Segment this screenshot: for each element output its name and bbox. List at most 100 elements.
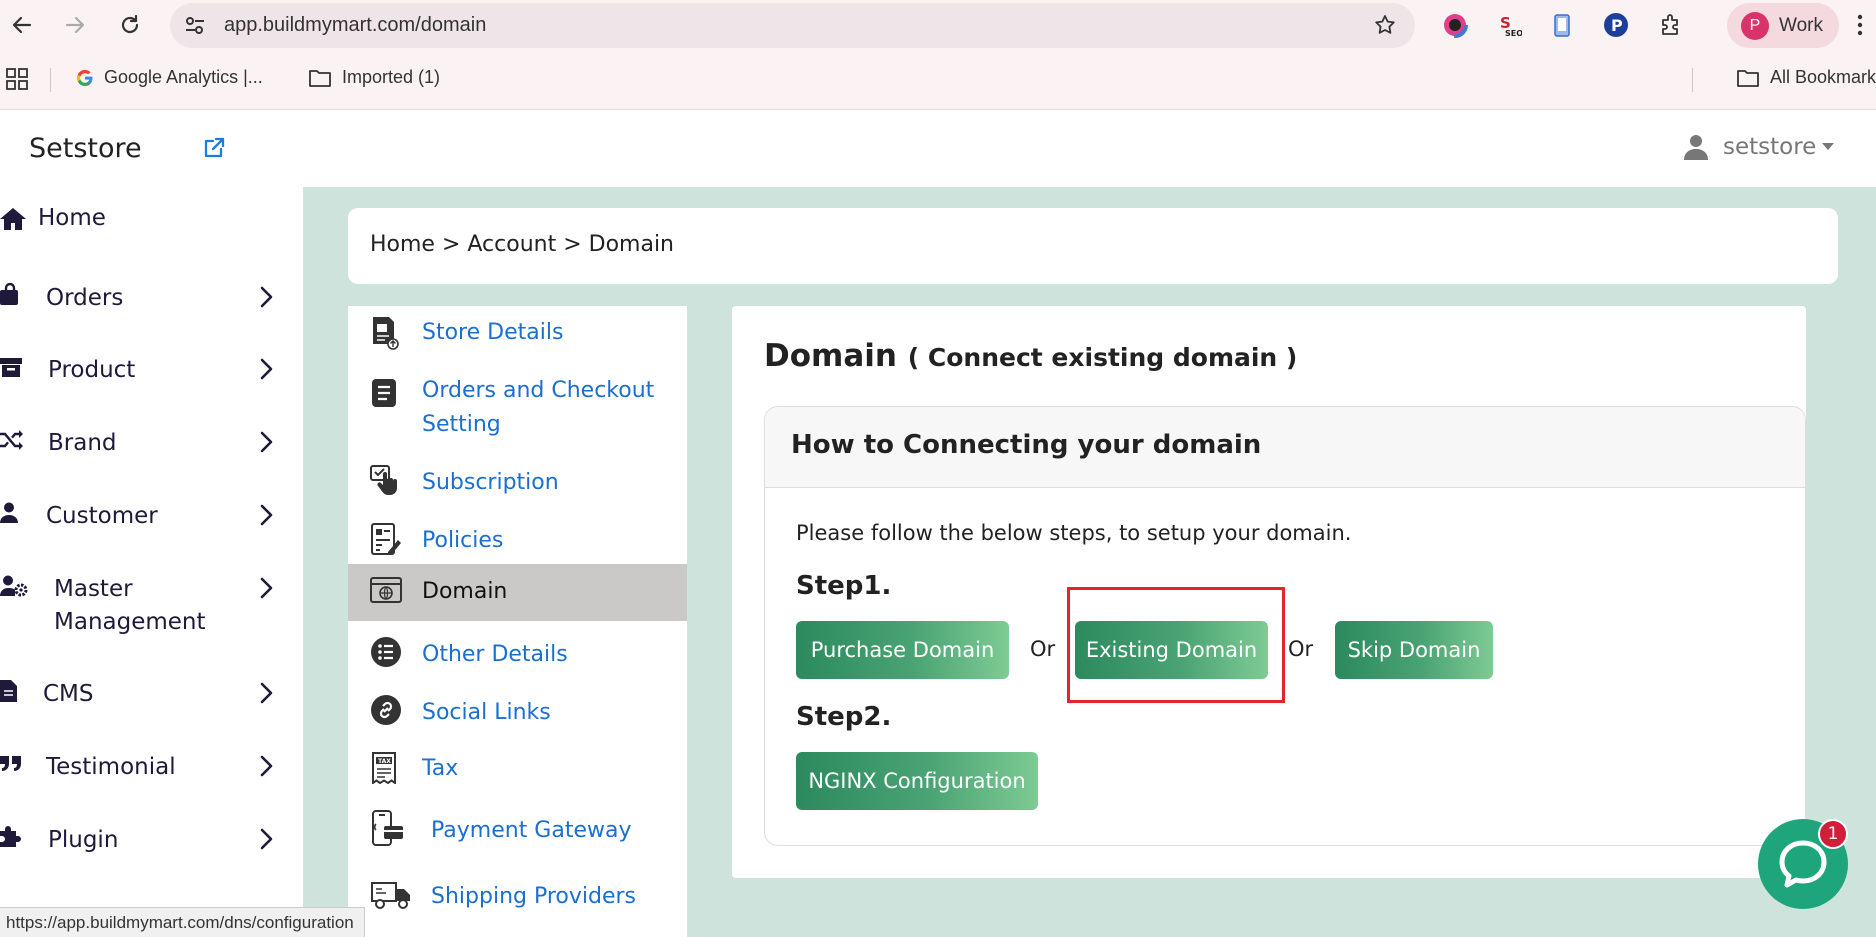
chevron-right-icon xyxy=(260,431,274,457)
chevron-right-icon xyxy=(260,577,274,603)
settings-item-payment-gateway[interactable]: Payment Gateway xyxy=(348,800,687,862)
browser-menu-icon[interactable] xyxy=(1856,12,1864,42)
settings-item-shipping-providers[interactable]: Shipping Providers xyxy=(348,866,687,928)
forward-button[interactable] xyxy=(61,11,89,39)
arrow-left-icon xyxy=(12,16,32,34)
extensions-puzzle-icon[interactable] xyxy=(1656,10,1686,40)
apps-grid-icon[interactable] xyxy=(6,68,28,90)
chevron-right-icon xyxy=(260,504,274,530)
sidebar-item-label: Brand xyxy=(48,430,117,456)
address-bar[interactable]: app.buildmymart.com/domain xyxy=(170,3,1415,48)
settings-menu: Store Details Orders and Checkout Settin… xyxy=(348,306,687,937)
status-bar-url: https://app.buildmymart.com/dns/configur… xyxy=(0,907,365,937)
store-document-icon xyxy=(370,316,400,354)
settings-item-orders-checkout[interactable]: Orders and Checkout Setting xyxy=(348,368,687,450)
sidebar-item-label: Plugin xyxy=(48,827,119,853)
arrow-right-icon xyxy=(65,16,85,34)
site-settings-icon[interactable] xyxy=(184,15,206,41)
nginx-configuration-button[interactable]: NGINX Configuration xyxy=(796,752,1038,810)
list-circle-icon xyxy=(370,636,402,672)
or-separator: Or xyxy=(1288,637,1314,661)
skip-domain-button[interactable]: Skip Domain xyxy=(1335,621,1493,679)
user-name: setstore xyxy=(1723,134,1817,160)
card-title: How to Connecting your domain xyxy=(791,430,1262,460)
sidebar-item-testimonial[interactable]: Testimonial xyxy=(0,751,303,791)
instructions-text: Please follow the below steps, to setup … xyxy=(796,521,1352,545)
external-link-icon[interactable] xyxy=(202,136,226,164)
hand-click-icon xyxy=(370,464,402,500)
sidebar-item-orders[interactable]: Orders xyxy=(0,282,303,322)
sidebar-item-home[interactable]: Home xyxy=(0,202,303,242)
web-browser-icon xyxy=(370,575,402,611)
all-bookmarks-folder[interactable]: All Bookmarks xyxy=(1736,67,1876,88)
profile-label: Work xyxy=(1779,15,1823,36)
svg-text:TAX: TAX xyxy=(378,758,391,765)
folder-icon xyxy=(309,69,331,87)
chevron-right-icon xyxy=(260,358,274,384)
settings-item-label: Orders and Checkout Setting xyxy=(422,378,655,437)
profile-avatar: P xyxy=(1741,12,1769,40)
p-extension-icon[interactable]: P xyxy=(1601,10,1631,40)
archive-box-icon xyxy=(0,354,30,380)
settings-item-label: Policies xyxy=(422,528,504,553)
sidebar-item-label: Orders xyxy=(46,285,124,311)
chat-notification-badge: 1 xyxy=(1818,819,1848,849)
reload-button[interactable] xyxy=(116,11,144,39)
sidebar-item-cms[interactable]: CMS xyxy=(0,678,303,718)
user-dropdown[interactable]: setstore xyxy=(1683,133,1835,161)
user-avatar-icon xyxy=(1684,135,1708,160)
sidebar: Home Orders Product Brand Customer Maste… xyxy=(0,187,303,937)
breadcrumb-card: Home > Account > Domain xyxy=(348,208,1838,284)
settings-item-label: Shipping Providers xyxy=(431,884,637,909)
mobile-view-extension-icon[interactable] xyxy=(1547,10,1577,40)
sidebar-item-brand[interactable]: Brand xyxy=(0,427,303,467)
settings-item-label: Domain xyxy=(422,579,508,604)
seo-extension-icon[interactable]: S SEO xyxy=(1494,10,1524,40)
app-header: Setstore setstore xyxy=(0,111,1876,187)
policy-form-icon xyxy=(370,522,402,560)
sidebar-item-label: Product xyxy=(48,357,136,383)
step2-label: Step2. xyxy=(796,702,892,732)
browser-toolbar: app.buildmymart.com/domain S SEO P P Work xyxy=(0,0,1876,50)
brand-name: Setstore xyxy=(29,133,142,164)
sidebar-item-label: CMS xyxy=(43,681,94,707)
chevron-right-icon xyxy=(260,755,274,781)
bookmark-label: Imported (1) xyxy=(342,67,441,87)
bookmark-label: All Bookmarks xyxy=(1770,67,1876,87)
sidebar-item-plugin[interactable]: Plugin xyxy=(0,824,303,864)
bookmarks-separator xyxy=(50,68,51,92)
settings-item-social-links[interactable]: Social Links xyxy=(348,686,687,740)
bookmark-label: Google Analytics |... xyxy=(104,67,263,87)
settings-item-domain[interactable]: Domain xyxy=(348,564,687,621)
sidebar-item-product[interactable]: Product xyxy=(0,354,303,394)
card-header: How to Connecting your domain xyxy=(765,407,1805,488)
bookmark-google-analytics[interactable]: Google Analytics |... xyxy=(76,67,263,88)
bookmark-folder-imported[interactable]: Imported (1) xyxy=(308,67,440,88)
sidebar-item-label: Customer xyxy=(46,503,158,529)
settings-item-tax[interactable]: TAX Tax xyxy=(348,742,687,796)
bookmark-star-icon[interactable] xyxy=(1373,13,1397,41)
reload-icon xyxy=(121,14,139,34)
domain-steps-card: How to Connecting your domain Please fol… xyxy=(764,406,1806,846)
purchase-domain-button[interactable]: Purchase Domain xyxy=(796,621,1009,679)
user-cog-icon xyxy=(0,573,30,599)
link-circle-icon xyxy=(370,694,402,730)
folder-icon xyxy=(1737,69,1759,87)
google-icon xyxy=(76,69,93,86)
settings-item-other-details[interactable]: Other Details xyxy=(348,628,687,682)
settings-item-policies[interactable]: Policies xyxy=(348,514,687,568)
bookmarks-separator xyxy=(1692,68,1693,92)
settings-item-label: Tax xyxy=(422,756,459,781)
back-button[interactable] xyxy=(8,11,36,39)
color-picker-extension-icon[interactable] xyxy=(1440,10,1470,40)
settings-item-label: Social Links xyxy=(422,700,551,725)
settings-item-store-details[interactable]: Store Details xyxy=(348,306,687,360)
settings-item-label: Subscription xyxy=(422,470,559,495)
sidebar-item-master-management[interactable]: Master Management xyxy=(0,573,303,649)
settings-item-subscription[interactable]: Subscription xyxy=(348,456,687,510)
or-separator: Or xyxy=(1030,637,1056,661)
chevron-right-icon xyxy=(260,286,274,312)
profile-button[interactable]: P Work xyxy=(1727,3,1839,48)
sidebar-item-customer[interactable]: Customer xyxy=(0,500,303,540)
step1-label: Step1. xyxy=(796,571,892,601)
